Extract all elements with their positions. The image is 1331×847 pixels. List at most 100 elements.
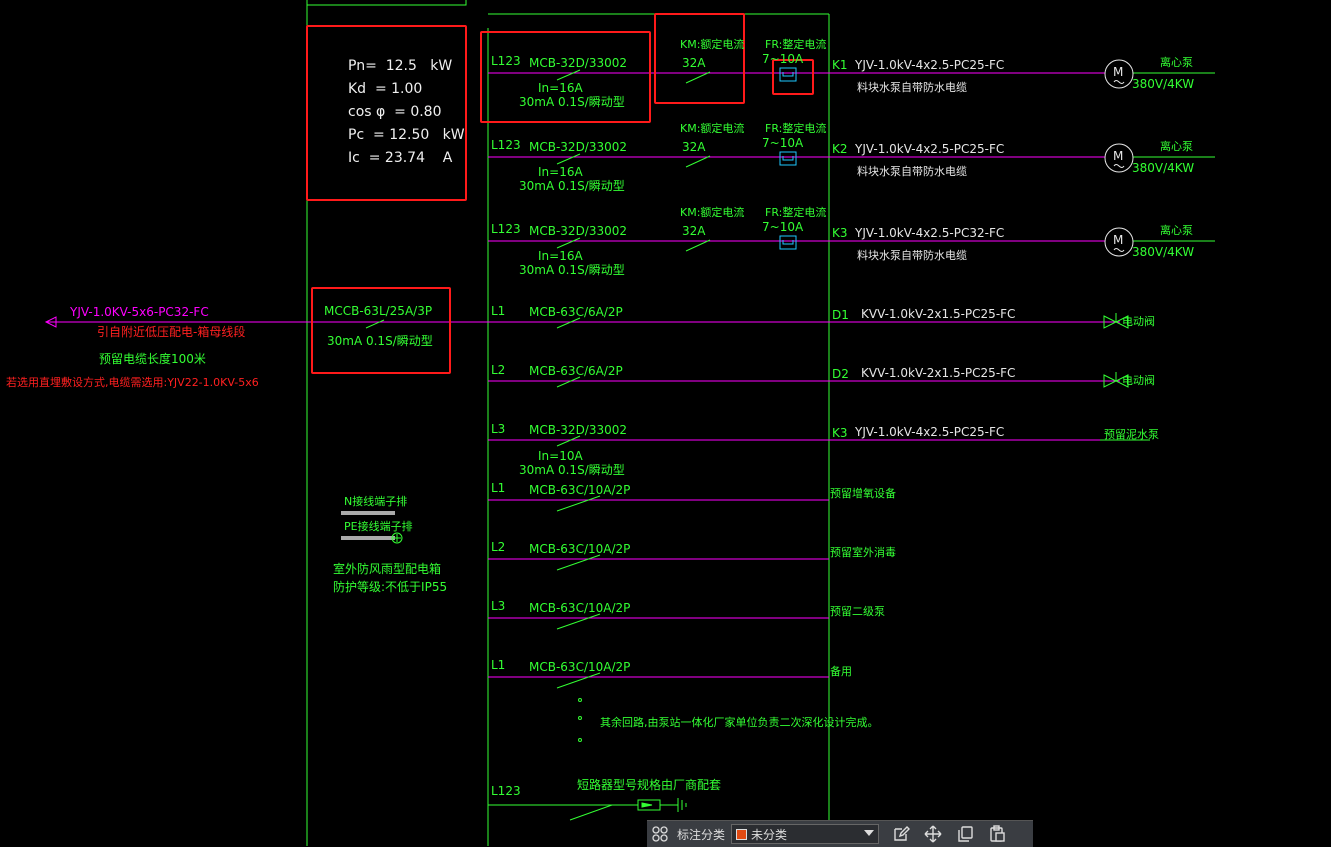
motor-letter: M: [1113, 233, 1124, 247]
spd-label: 短路器型号规格由厂商配套: [577, 778, 722, 792]
annotation-toolbar: 标注分类 未分类: [647, 820, 1033, 847]
incoming-note-length: 预留电缆长度100米: [99, 352, 206, 366]
contactor-switch: [685, 239, 711, 252]
load-parameters: Pn= 12.5 kW Kd = 1.00 cos φ = 0.80 Pc = …: [348, 58, 465, 173]
pump-km-value: 32A: [682, 224, 706, 238]
valve1-breaker: MCB-63C/6A/2P: [529, 305, 623, 319]
spare1-load: 预留增氧设备: [830, 487, 896, 500]
spare3-breaker: MCB-63C/10A/2P: [529, 601, 631, 615]
incoming-note-source: 引自附近低压配电-箱母线段: [97, 325, 246, 339]
motor-wave: [1113, 248, 1125, 252]
grid-icon[interactable]: [647, 821, 673, 847]
pump3-phase: L3: [491, 422, 506, 436]
edit-icon: [894, 826, 911, 841]
valve2-breaker: MCB-63C/6A/2P: [529, 364, 623, 378]
pump-rcd: 30mA 0.1S/瞬动型: [519, 95, 625, 109]
box-ip-label: 防护等级:不低于IP55: [333, 580, 448, 594]
spare3-phase: L3: [491, 599, 506, 613]
pump-km-label: KM:额定电流: [680, 38, 745, 51]
spare1-phase: L1: [491, 481, 506, 495]
pump-fr-label: FR:整定电流: [765, 206, 827, 219]
param-kd: Kd = 1.00: [348, 81, 423, 97]
motor-wave: [1113, 80, 1125, 84]
spare2-phase: L2: [491, 540, 506, 554]
pump-breaker: MCB-32D/33002: [529, 224, 628, 238]
breaker-switch: [556, 153, 581, 165]
valve2-phase: L2: [491, 363, 506, 377]
pump3-in: In=10A: [538, 449, 583, 463]
spare2-breaker: MCB-63C/10A/2P: [529, 542, 631, 556]
contactor-switch: [685, 155, 711, 168]
pump-km-label: KM:额定电流: [680, 206, 745, 219]
motor-letter: M: [1113, 149, 1124, 163]
pump-rcd: 30mA 0.1S/瞬动型: [519, 263, 625, 277]
move-button[interactable]: [917, 821, 949, 847]
pump-cable: YJV-1.0kV-4x2.5-PC25-FC: [855, 58, 1005, 72]
pump-in: In=16A: [538, 81, 583, 95]
spd-phase: L123: [491, 784, 521, 798]
motor-wave: [1113, 164, 1125, 168]
pump-id: K1: [832, 58, 848, 72]
pump-rating: 380V/4KW: [1132, 77, 1195, 91]
pump-fr-value: 7~10A: [762, 136, 804, 150]
incoming-breaker: MCCB-63L/25A/3P: [324, 304, 433, 318]
pump-phase: L123: [491, 138, 521, 152]
motor-letter: M: [1113, 65, 1124, 79]
copy-icon: [958, 826, 973, 842]
pump-desc: 料块水泵自带防水电缆: [857, 165, 967, 178]
overload-relay-icon: [779, 235, 797, 250]
incoming-cable: YJV-1.0KV-5x6-PC32-FC: [70, 305, 209, 319]
pump-phase: L123: [491, 54, 521, 68]
pump-load: 离心泵: [1160, 224, 1193, 237]
pump-phase: L123: [491, 222, 521, 236]
pump-desc: 料块水泵自带防水电缆: [857, 81, 967, 94]
breaker-switch: [556, 237, 581, 249]
pump-breaker: MCB-32D/33002: [529, 56, 628, 70]
pump-in: In=16A: [538, 165, 583, 179]
valve2-id: D2: [832, 367, 849, 381]
pump-fr-label: FR:整定电流: [765, 122, 827, 135]
pe-terminal-label: PE接线端子排: [344, 520, 413, 533]
paste-button[interactable]: [981, 821, 1013, 847]
pump-rcd: 30mA 0.1S/瞬动型: [519, 179, 625, 193]
valve1-load: 电动阀: [1122, 315, 1155, 328]
spare4-phase: L1: [491, 658, 506, 672]
param-pn: Pn= 12.5 kW: [348, 58, 453, 74]
category-selected-value: 未分类: [751, 827, 788, 842]
pump-cable: YJV-1.0kV-4x2.5-PC25-FC: [855, 142, 1005, 156]
edit-button[interactable]: [885, 821, 917, 847]
copy-button[interactable]: [949, 821, 981, 847]
pump-id: K2: [832, 142, 848, 156]
category-select[interactable]: 未分类: [731, 824, 880, 844]
pump-fr-label: FR:整定电流: [765, 38, 827, 51]
valve1-id: D1: [832, 308, 849, 322]
valve1-phase: L1: [491, 304, 506, 318]
category-color-swatch: [736, 828, 748, 840]
chevron-down-icon: [864, 830, 875, 836]
spare4-load: 备用: [830, 665, 852, 678]
pump-id: K3: [832, 226, 848, 240]
pump-load: 离心泵: [1160, 56, 1193, 69]
spare4-breaker: MCB-63C/10A/2P: [529, 660, 631, 674]
other-circuits-note: 其余回路,由泵站一体化厂家单位负责二次深化设计完成。: [600, 716, 879, 729]
spare3-load: 预留二级泵: [830, 605, 885, 618]
param-cos: cos φ = 0.80: [348, 104, 442, 120]
pump-rating: 380V/4KW: [1132, 245, 1195, 259]
breaker-highlight: [480, 31, 651, 123]
pump-breaker: MCB-32D/33002: [529, 140, 628, 154]
category-label: 标注分类: [677, 827, 726, 842]
spare1-breaker: MCB-63C/10A/2P: [529, 483, 631, 497]
overload-relay-icon: [779, 151, 797, 166]
pump3-breaker: MCB-32D/33002: [529, 423, 628, 437]
n-terminal-label: N接线端子排: [344, 495, 408, 508]
incoming-breaker-rcd: 30mA 0.1S/瞬动型: [327, 334, 433, 348]
incoming-breaker-highlight: [311, 287, 451, 374]
pump-cable: YJV-1.0kV-4x2.5-PC32-FC: [855, 226, 1005, 240]
incoming-note-burial: 若选用直埋敷设方式,电缆需选用:YJV22-1.0KV-5x6: [6, 376, 259, 389]
pump3-rcd: 30mA 0.1S/瞬动型: [519, 463, 625, 477]
valve2-load: 电动阀: [1122, 374, 1155, 387]
pump-km-value: 32A: [682, 140, 706, 154]
spare2-load: 预留室外消毒: [830, 546, 896, 559]
spd-row: [488, 798, 687, 812]
pump3-id: K3: [832, 426, 848, 440]
